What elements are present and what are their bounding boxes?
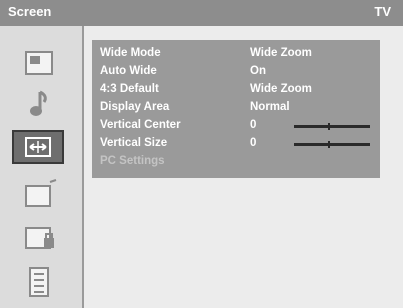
category-sidebar (0, 26, 84, 308)
menu-row-value: Wide Zoom (250, 83, 312, 95)
menu-row-label: 4:3 Default (100, 83, 159, 95)
menu-title: Screen (8, 4, 52, 19)
menu-row[interactable]: Vertical Size 0 (100, 135, 372, 152)
menu-row: PC Settings (100, 153, 372, 170)
menu-row-label: Wide Mode (100, 47, 161, 59)
feature-icon[interactable] (18, 178, 60, 210)
vertical-size-slider[interactable] (294, 141, 370, 148)
menu-row-label: PC Settings (100, 155, 165, 167)
menu-row-label: Vertical Size (100, 137, 168, 149)
list-icon[interactable] (18, 266, 60, 298)
tv-menu-screen: Screen TV Wide Mode Wide Zoom Auto Wide … (0, 0, 403, 308)
menu-row-label: Auto Wide (100, 65, 157, 77)
input-source: TV (374, 4, 391, 19)
lock-icon[interactable] (18, 222, 60, 254)
screen-adjust-icon[interactable] (12, 130, 64, 164)
menu-row-label: Display Area (100, 101, 170, 113)
menu-row-value: 0 (250, 137, 257, 149)
slider-thumb[interactable] (328, 123, 330, 130)
menu-row-value: On (250, 65, 266, 77)
picture-icon[interactable] (18, 48, 60, 80)
menu-row-label: Vertical Center (100, 119, 181, 131)
menu-row-value: Wide Zoom (250, 47, 312, 59)
settings-panel: Wide Mode Wide Zoom Auto Wide On 4:3 Def… (92, 40, 380, 178)
menu-row-value: 0 (250, 119, 257, 131)
menu-row[interactable]: Wide Mode Wide Zoom (100, 45, 372, 62)
menu-row[interactable]: Display Area Normal (100, 99, 372, 116)
slider-thumb[interactable] (328, 141, 330, 148)
menu-row[interactable]: Vertical Center 0 (100, 117, 372, 134)
menu-row-value: Normal (250, 101, 290, 113)
vertical-center-slider[interactable] (294, 123, 370, 130)
sound-icon[interactable] (18, 88, 60, 120)
menu-row[interactable]: 4:3 Default Wide Zoom (100, 81, 372, 98)
title-bar: Screen TV (0, 0, 403, 26)
menu-row[interactable]: Auto Wide On (100, 63, 372, 80)
